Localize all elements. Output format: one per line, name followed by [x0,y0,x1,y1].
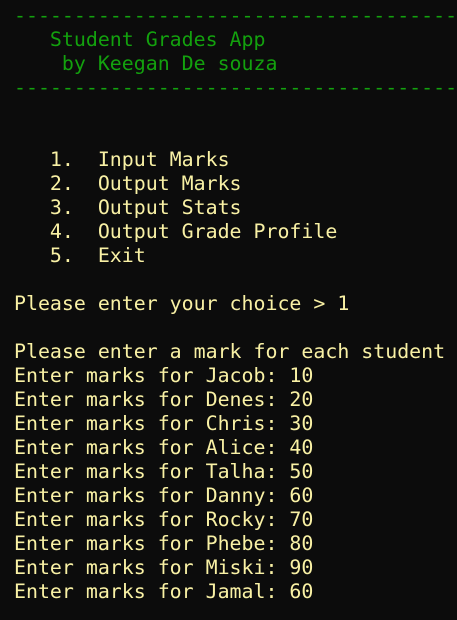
app-author: by Keegan De souza [14,52,278,75]
menu-item-input-marks: 1. Input Marks [14,148,230,171]
mark-entry: Enter marks for Denes: 20 [14,388,314,411]
choice-prompt: Please enter your choice > 1 [14,292,350,315]
mark-entry: Enter marks for Jacob: 10 [14,364,314,387]
mark-entry: Enter marks for Phebe: 80 [14,532,314,555]
menu-item-exit: 5. Exit [14,244,146,267]
mark-entry: Enter marks for Chris: 30 [14,412,314,435]
menu-item-output-stats: 3. Output Stats [14,196,242,219]
mark-entry: Enter marks for Danny: 60 [14,484,314,507]
mark-entry: Enter marks for Miski: 90 [14,556,314,579]
terminal-output[interactable]: ----------------------------------------… [14,4,457,604]
menu-item-output-grade-profile: 4. Output Grade Profile [14,220,338,243]
instruction-text: Please enter a mark for each student [14,340,446,363]
mark-entry: Enter marks for Talha: 50 [14,460,314,483]
header-rule-bottom: ---------------------------------------- [14,76,457,99]
mark-entry: Enter marks for Rocky: 70 [14,508,314,531]
mark-entry: Enter marks for Alice: 40 [14,436,314,459]
menu-item-output-marks: 2. Output Marks [14,172,242,195]
header-rule-top: ---------------------------------------- [14,4,457,27]
app-title: Student Grades App [14,28,266,51]
mark-entry: Enter marks for Jamal: 60 [14,580,314,603]
